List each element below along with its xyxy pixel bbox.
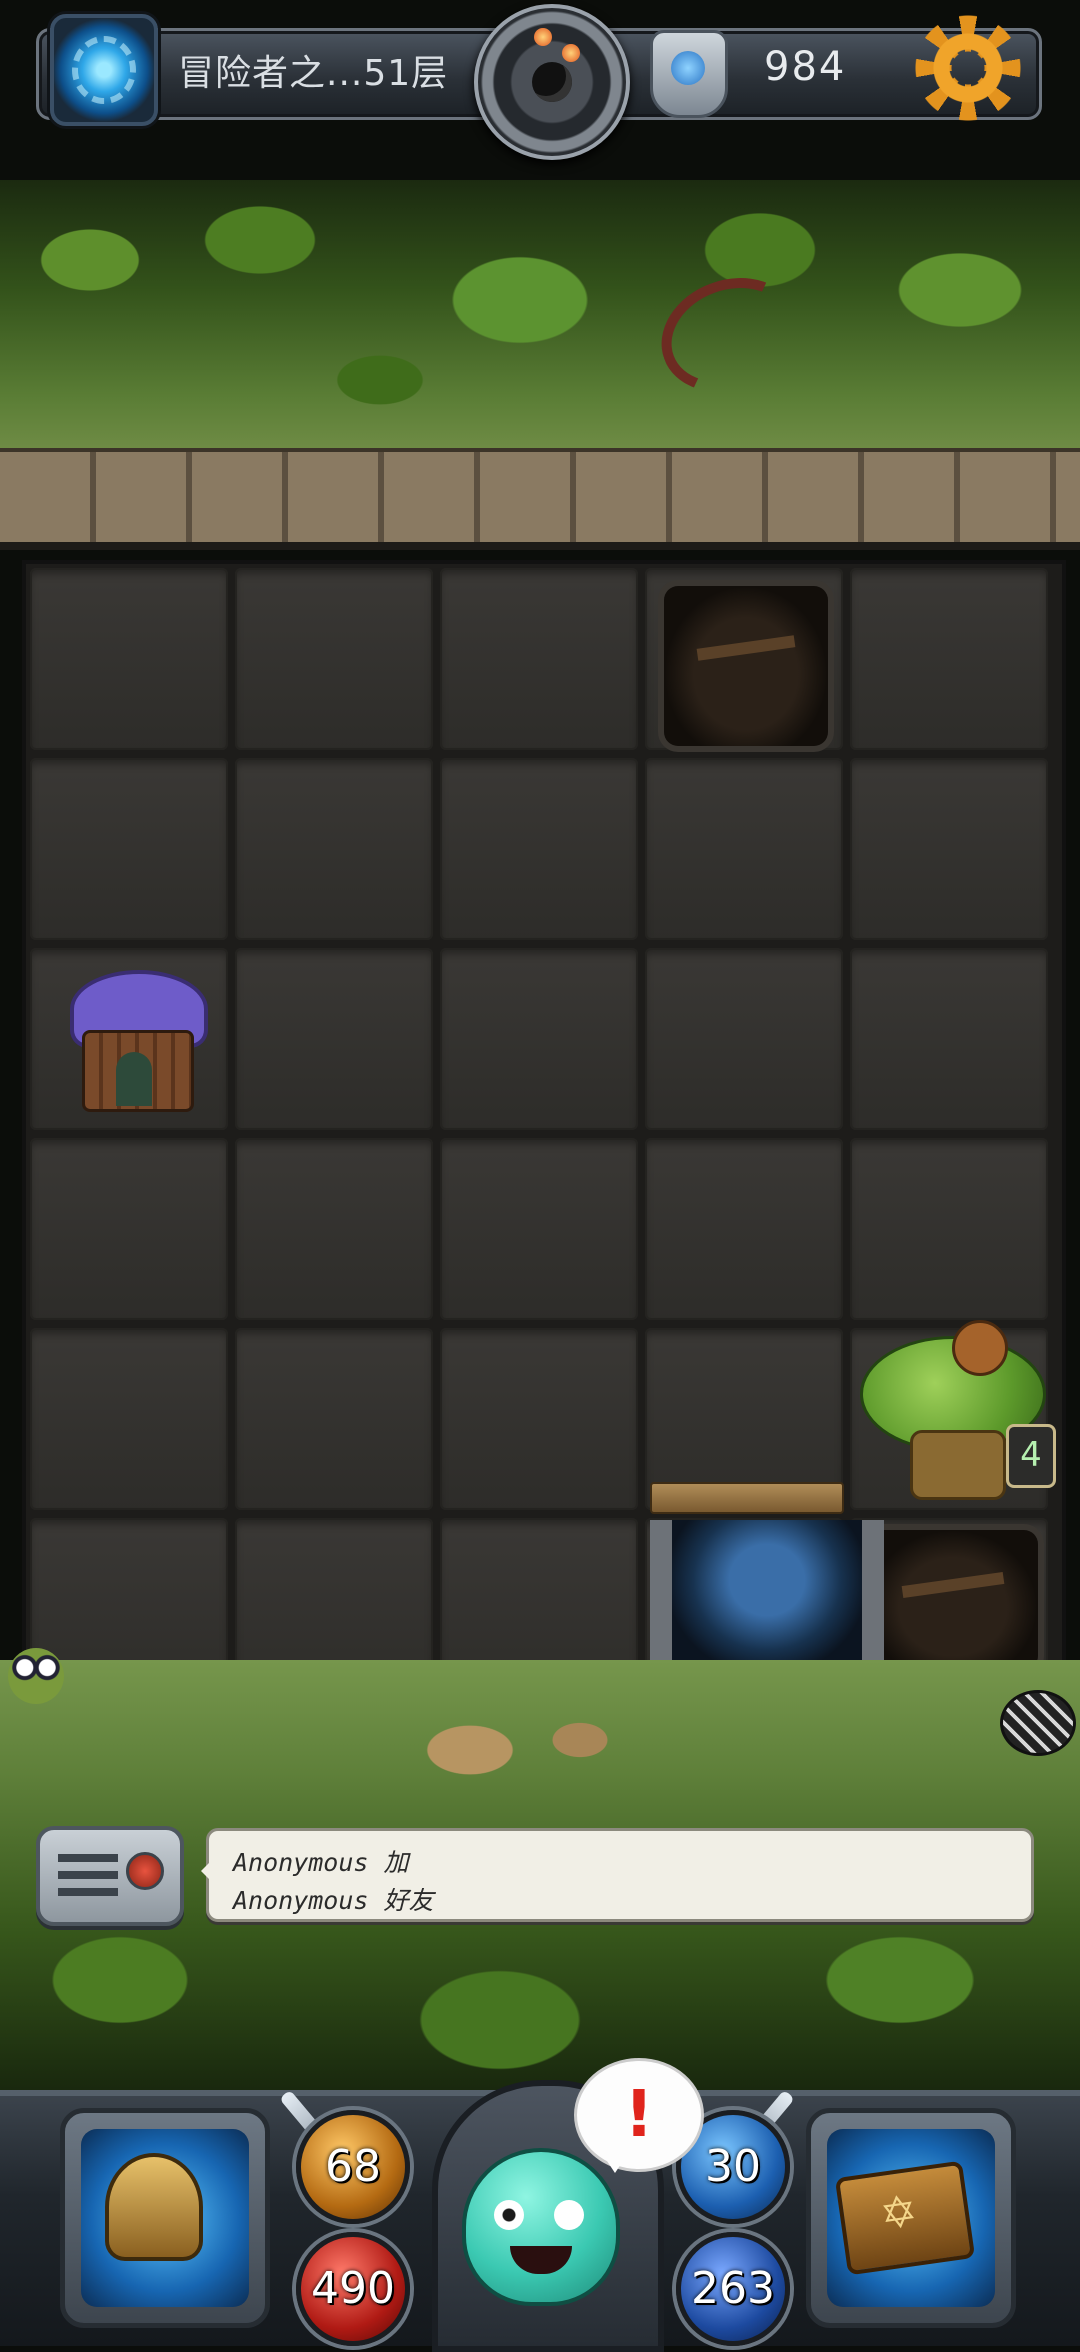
attack-stat: 68	[296, 2110, 410, 2224]
fuse-spark-icon	[534, 28, 552, 46]
board-tile[interactable]	[235, 948, 433, 1130]
board-tile[interactable]	[235, 1138, 433, 1320]
hero-equipment-button[interactable]	[60, 2108, 270, 2328]
board-tile[interactable]	[440, 1328, 638, 1510]
board-tile[interactable]	[440, 758, 638, 940]
board-tile[interactable]	[645, 948, 843, 1130]
chat-user: Anonymous	[233, 1848, 369, 1877]
board-tile[interactable]	[235, 758, 433, 940]
alert-bubble[interactable]: !	[574, 2058, 704, 2173]
chat-user: Anonymous	[233, 1886, 369, 1915]
board-tile[interactable]	[645, 758, 843, 940]
board-tile[interactable]	[850, 1138, 1048, 1320]
mana-stat: 263	[676, 2232, 790, 2346]
wooden-plank	[650, 1482, 844, 1514]
pit-hole[interactable]	[868, 1530, 1038, 1670]
board-tile[interactable]	[235, 568, 433, 750]
chat-text: 加	[383, 1848, 409, 1877]
menu-lines-icon	[58, 1854, 118, 1896]
bomb-button[interactable]	[474, 4, 630, 160]
hut-door	[116, 1052, 152, 1106]
spider-icon	[1000, 1690, 1076, 1756]
level-label: 冒险者之...51层	[178, 53, 449, 94]
spellbook-icon	[834, 2160, 976, 2276]
pit-hole[interactable]	[664, 586, 828, 746]
board-tile[interactable]	[850, 948, 1048, 1130]
monster-counter: 4	[1006, 1424, 1056, 1488]
tree-trunk	[910, 1430, 1006, 1500]
board-tile[interactable]	[440, 568, 638, 750]
witch-hut[interactable]	[60, 960, 210, 1120]
slime-hero[interactable]	[462, 2148, 620, 2306]
board-tile[interactable]	[235, 1328, 433, 1510]
bomb-icon	[532, 62, 572, 102]
spellbook-button[interactable]	[806, 2108, 1016, 2328]
chat-text: 好友	[383, 1886, 434, 1915]
board-tile[interactable]	[30, 1138, 228, 1320]
lizard-icon	[8, 1648, 64, 1704]
board-tile[interactable]	[30, 1328, 228, 1510]
board-tile[interactable]	[850, 568, 1048, 750]
gear-icon[interactable]	[912, 12, 1024, 124]
board-tile[interactable]	[30, 758, 228, 940]
currency-count: 984	[764, 44, 847, 90]
exit-stairs[interactable]	[650, 1520, 884, 1680]
board-tile[interactable]	[30, 568, 228, 750]
stone-wall	[0, 448, 1080, 550]
board-tile[interactable]	[440, 1138, 638, 1320]
chat-box[interactable]: Anonymous 加 Anonymous 好友	[201, 1828, 1034, 1922]
hp-stat: 490	[296, 2232, 410, 2346]
board-tile[interactable]	[850, 758, 1048, 940]
record-icon	[126, 1852, 164, 1890]
board-tile[interactable]	[645, 1138, 843, 1320]
fuse-spark-icon	[562, 44, 580, 62]
helmet-icon	[105, 2153, 203, 2261]
monkey-icon	[952, 1320, 1008, 1376]
jungle-canopy	[0, 180, 1080, 450]
chat-line: Anonymous 好友	[233, 1881, 434, 1917]
chat-line: Anonymous 加	[233, 1843, 409, 1879]
board-tile[interactable]	[440, 948, 638, 1130]
portal-icon[interactable]	[50, 14, 158, 126]
shield-icon	[650, 30, 728, 118]
chat-button[interactable]	[36, 1826, 184, 1926]
